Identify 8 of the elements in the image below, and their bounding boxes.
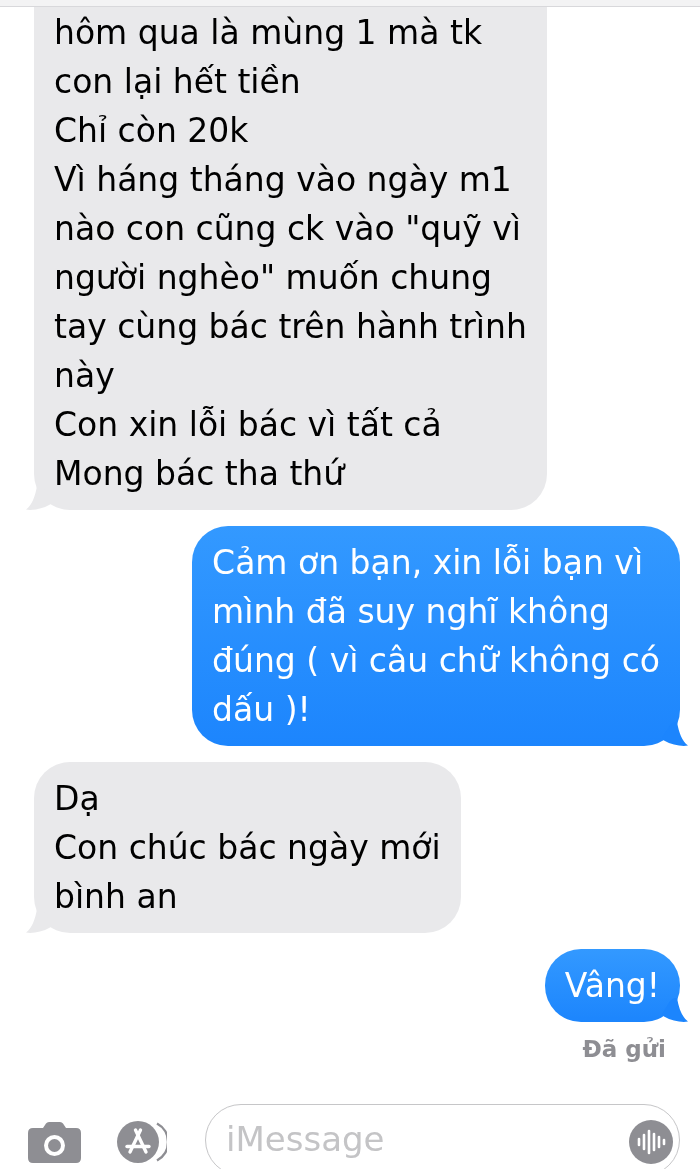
message-bubble: Cảm ơn bạn, xin lỗi bạn vì mình đã suy nghĩ không đúng ( vì câu chữ không có dấu )!	[192, 526, 688, 746]
audio-waveform-icon[interactable]	[629, 1120, 673, 1164]
camera-icon[interactable]	[28, 1122, 81, 1163]
message-bubble: Vâng!	[544, 949, 688, 1022]
message-bubble: Dạ Con chúc bác ngày mới bình an	[26, 762, 461, 933]
app-store-icon[interactable]	[117, 1121, 167, 1163]
delivery-status: Đã gửi	[582, 1036, 666, 1062]
message-input-field[interactable]: iMessage	[205, 1104, 680, 1169]
